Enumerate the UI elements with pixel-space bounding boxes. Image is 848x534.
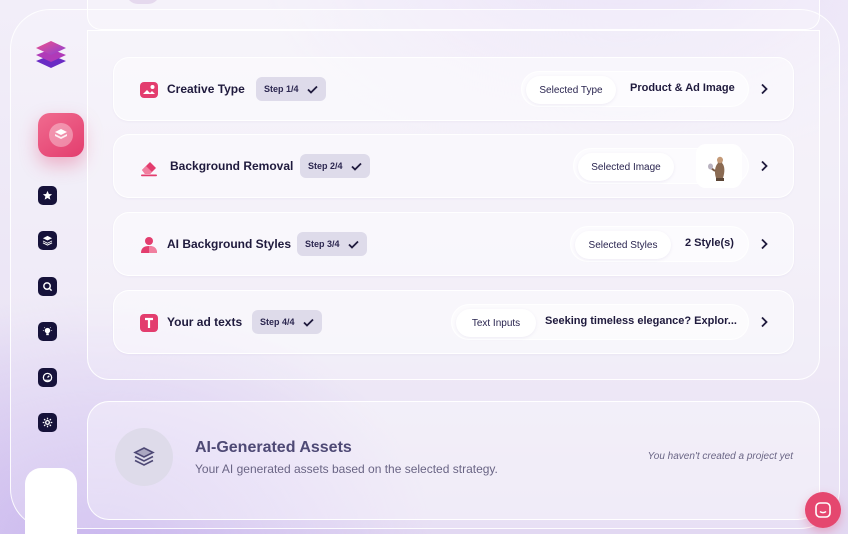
selected-image-thumbnail[interactable] (696, 144, 742, 188)
check-icon (302, 318, 314, 327)
chevron-right-icon[interactable] (757, 159, 771, 173)
step-title: Your ad texts (167, 315, 243, 329)
step-background-removal[interactable]: Background Removal Step 2/4 Selected Ima… (113, 134, 794, 198)
layers-logo-icon[interactable] (34, 37, 68, 71)
sidebar-item-layers[interactable] (38, 231, 57, 250)
layers-icon (133, 447, 155, 466)
chevron-right-icon[interactable] (757, 82, 771, 96)
selection-label: Selected Styles (575, 231, 671, 259)
selection-label: Text Inputs (456, 309, 536, 337)
gauge-icon (42, 372, 53, 383)
selection-label: Selected Type (526, 76, 616, 104)
selection-value: 2 Style(s) (685, 237, 734, 249)
step-badge: Step 2/4 (300, 154, 370, 178)
text-icon (140, 314, 158, 332)
step-ad-texts[interactable]: Your ad texts Step 4/4 Text Inputs Seeki… (113, 290, 794, 354)
eraser-icon (141, 162, 157, 177)
sidebar-item-ideas[interactable] (38, 322, 57, 341)
user-icon (141, 237, 157, 253)
assets-title: AI-Generated Assets (195, 439, 352, 456)
sidebar-item-star[interactable] (38, 186, 57, 205)
chat-launcher-button[interactable] (805, 492, 841, 528)
cube-icon (49, 123, 73, 147)
sidebar-item-active[interactable] (38, 113, 84, 157)
assets-empty-state: You haven't created a project yet (647, 451, 793, 462)
top-header-strip (87, 0, 820, 30)
search-icon (43, 282, 53, 292)
sidebar-item-dashboard[interactable] (38, 368, 57, 387)
sidebar (10, 9, 90, 529)
selection-pill: Selected Type Product & Ad Image (521, 71, 749, 107)
step-badge-label: Step 4/4 (260, 317, 295, 327)
assets-icon-circle (115, 428, 173, 486)
step-badge-label: Step 2/4 (308, 161, 343, 171)
ai-generated-assets-card: AI-Generated Assets Your AI generated as… (87, 401, 820, 520)
step-badge: Step 4/4 (252, 310, 322, 334)
check-icon (347, 240, 359, 249)
check-icon (306, 85, 318, 94)
step-badge-label: Step 3/4 (305, 239, 340, 249)
selection-pill: Selected Styles 2 Style(s) (570, 226, 749, 262)
selection-pill: Text Inputs Seeking timeless elegance? E… (451, 304, 749, 340)
step-title: Creative Type (167, 82, 245, 96)
chevron-right-icon[interactable] (757, 237, 771, 251)
step-title: AI Background Styles (167, 237, 292, 251)
selection-value: Seeking timeless elegance? Explor... (545, 315, 737, 327)
star-icon (42, 190, 53, 200)
step-ai-background-styles[interactable]: AI Background Styles Step 3/4 Selected S… (113, 212, 794, 276)
step-title: Background Removal (170, 159, 294, 173)
selection-label: Selected Image (578, 153, 674, 181)
user-card[interactable] (25, 468, 77, 534)
step-badge: Step 1/4 (256, 77, 326, 101)
gear-icon (42, 417, 53, 428)
selection-value: Product & Ad Image (630, 82, 735, 94)
chat-icon (815, 502, 831, 518)
assets-subtitle: Your AI generated assets based on the se… (195, 462, 498, 476)
step-badge: Step 3/4 (297, 232, 367, 256)
step-creative-type[interactable]: Creative Type Step 1/4 Selected Type Pro… (113, 57, 794, 121)
sidebar-item-settings[interactable] (38, 413, 57, 432)
layers-icon (42, 235, 53, 246)
bulb-icon (42, 327, 53, 336)
image-icon (140, 82, 158, 98)
chevron-right-icon[interactable] (757, 315, 771, 329)
sidebar-item-search[interactable] (38, 277, 57, 296)
step-badge-label: Step 1/4 (264, 84, 299, 94)
check-icon (350, 162, 362, 171)
